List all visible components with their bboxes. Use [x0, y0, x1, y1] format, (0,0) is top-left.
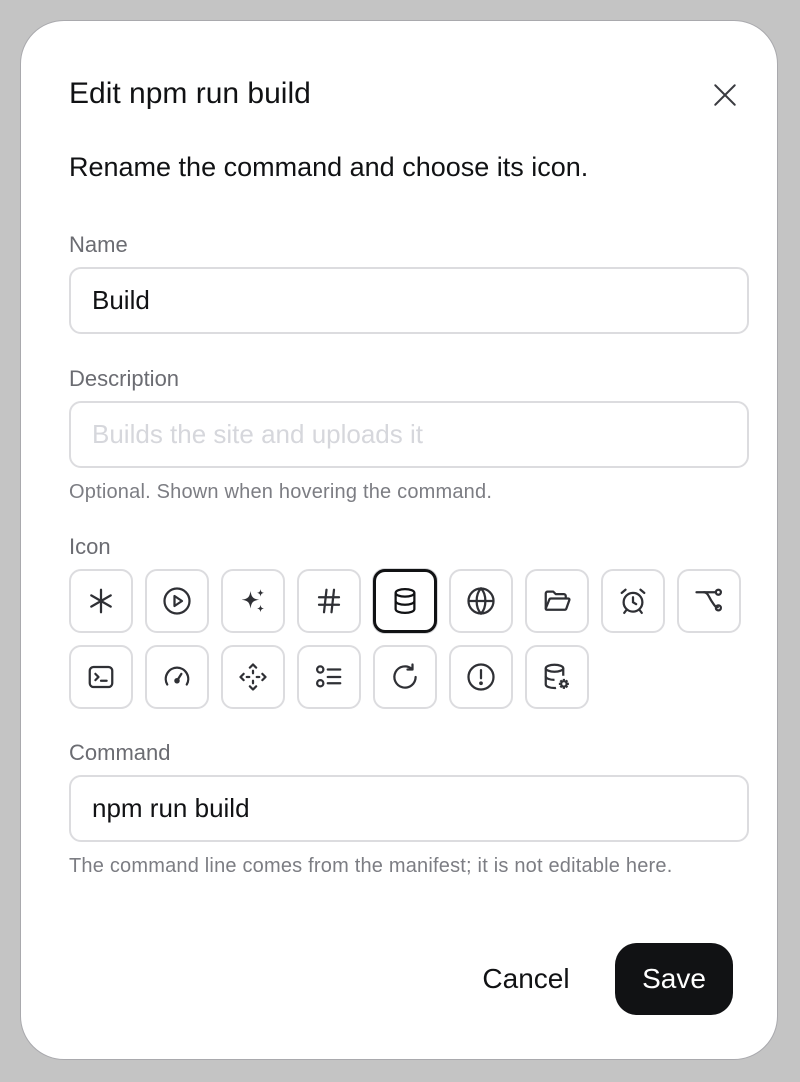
icon-option-hash[interactable] [297, 569, 361, 633]
icon-option-sparkles[interactable] [221, 569, 285, 633]
icon-option-alarm-clock[interactable] [601, 569, 665, 633]
edit-command-dialog: Edit npm run build Rename the command an… [20, 20, 778, 1060]
icon-option-git-branch[interactable] [677, 569, 741, 633]
alarm-clock-icon [620, 588, 646, 614]
name-label: Name [69, 232, 128, 257]
description-hint: Optional. Shown when hovering the comman… [69, 481, 493, 503]
icon-option-database-settings[interactable] [525, 645, 589, 709]
command-hint: The command line comes from the manifest… [69, 855, 673, 877]
asterisk-icon [90, 588, 112, 614]
alert-circle-icon [467, 663, 495, 691]
globe-icon [467, 586, 495, 616]
icon-option-play-circle[interactable] [145, 569, 209, 633]
hash-icon [317, 588, 341, 614]
sparkles-icon [241, 589, 265, 613]
refresh-icon [393, 663, 417, 689]
list-todo-icon [316, 665, 342, 688]
move-icon [239, 663, 267, 691]
save-button[interactable]: Save [615, 943, 733, 1015]
close-icon [714, 84, 736, 106]
icon-label: Icon [69, 534, 111, 559]
icon-option-globe[interactable] [449, 569, 513, 633]
command-label: Command [69, 740, 171, 765]
git-branch-icon [695, 588, 722, 612]
icon-option-terminal[interactable] [69, 645, 133, 709]
icon-option-database[interactable] [373, 569, 437, 633]
icon-option-asterisk[interactable] [69, 569, 133, 633]
command-field: npm run build [69, 775, 749, 842]
icon-option-list-todo[interactable] [297, 645, 361, 709]
description-label: Description [69, 366, 180, 391]
play-circle-icon [163, 587, 191, 615]
close-button[interactable] [705, 75, 745, 115]
icon-option-move[interactable] [221, 645, 285, 709]
icon-option-gauge[interactable] [145, 645, 209, 709]
icon-option-alert-circle[interactable] [449, 645, 513, 709]
icon-option-refresh[interactable] [373, 645, 437, 709]
database-icon [394, 588, 416, 615]
description-input[interactable] [69, 401, 749, 468]
dialog-subtitle: Rename the command and choose its icon. [69, 152, 589, 182]
terminal-icon [88, 665, 114, 689]
icon-option-folder-open[interactable] [525, 569, 589, 633]
database-settings-icon [544, 663, 569, 690]
dialog-title: Edit npm run build [69, 77, 311, 110]
name-input[interactable] [69, 267, 749, 334]
cancel-button[interactable]: Cancel [467, 943, 585, 1015]
folder-open-icon [544, 590, 571, 611]
gauge-icon [164, 666, 190, 686]
